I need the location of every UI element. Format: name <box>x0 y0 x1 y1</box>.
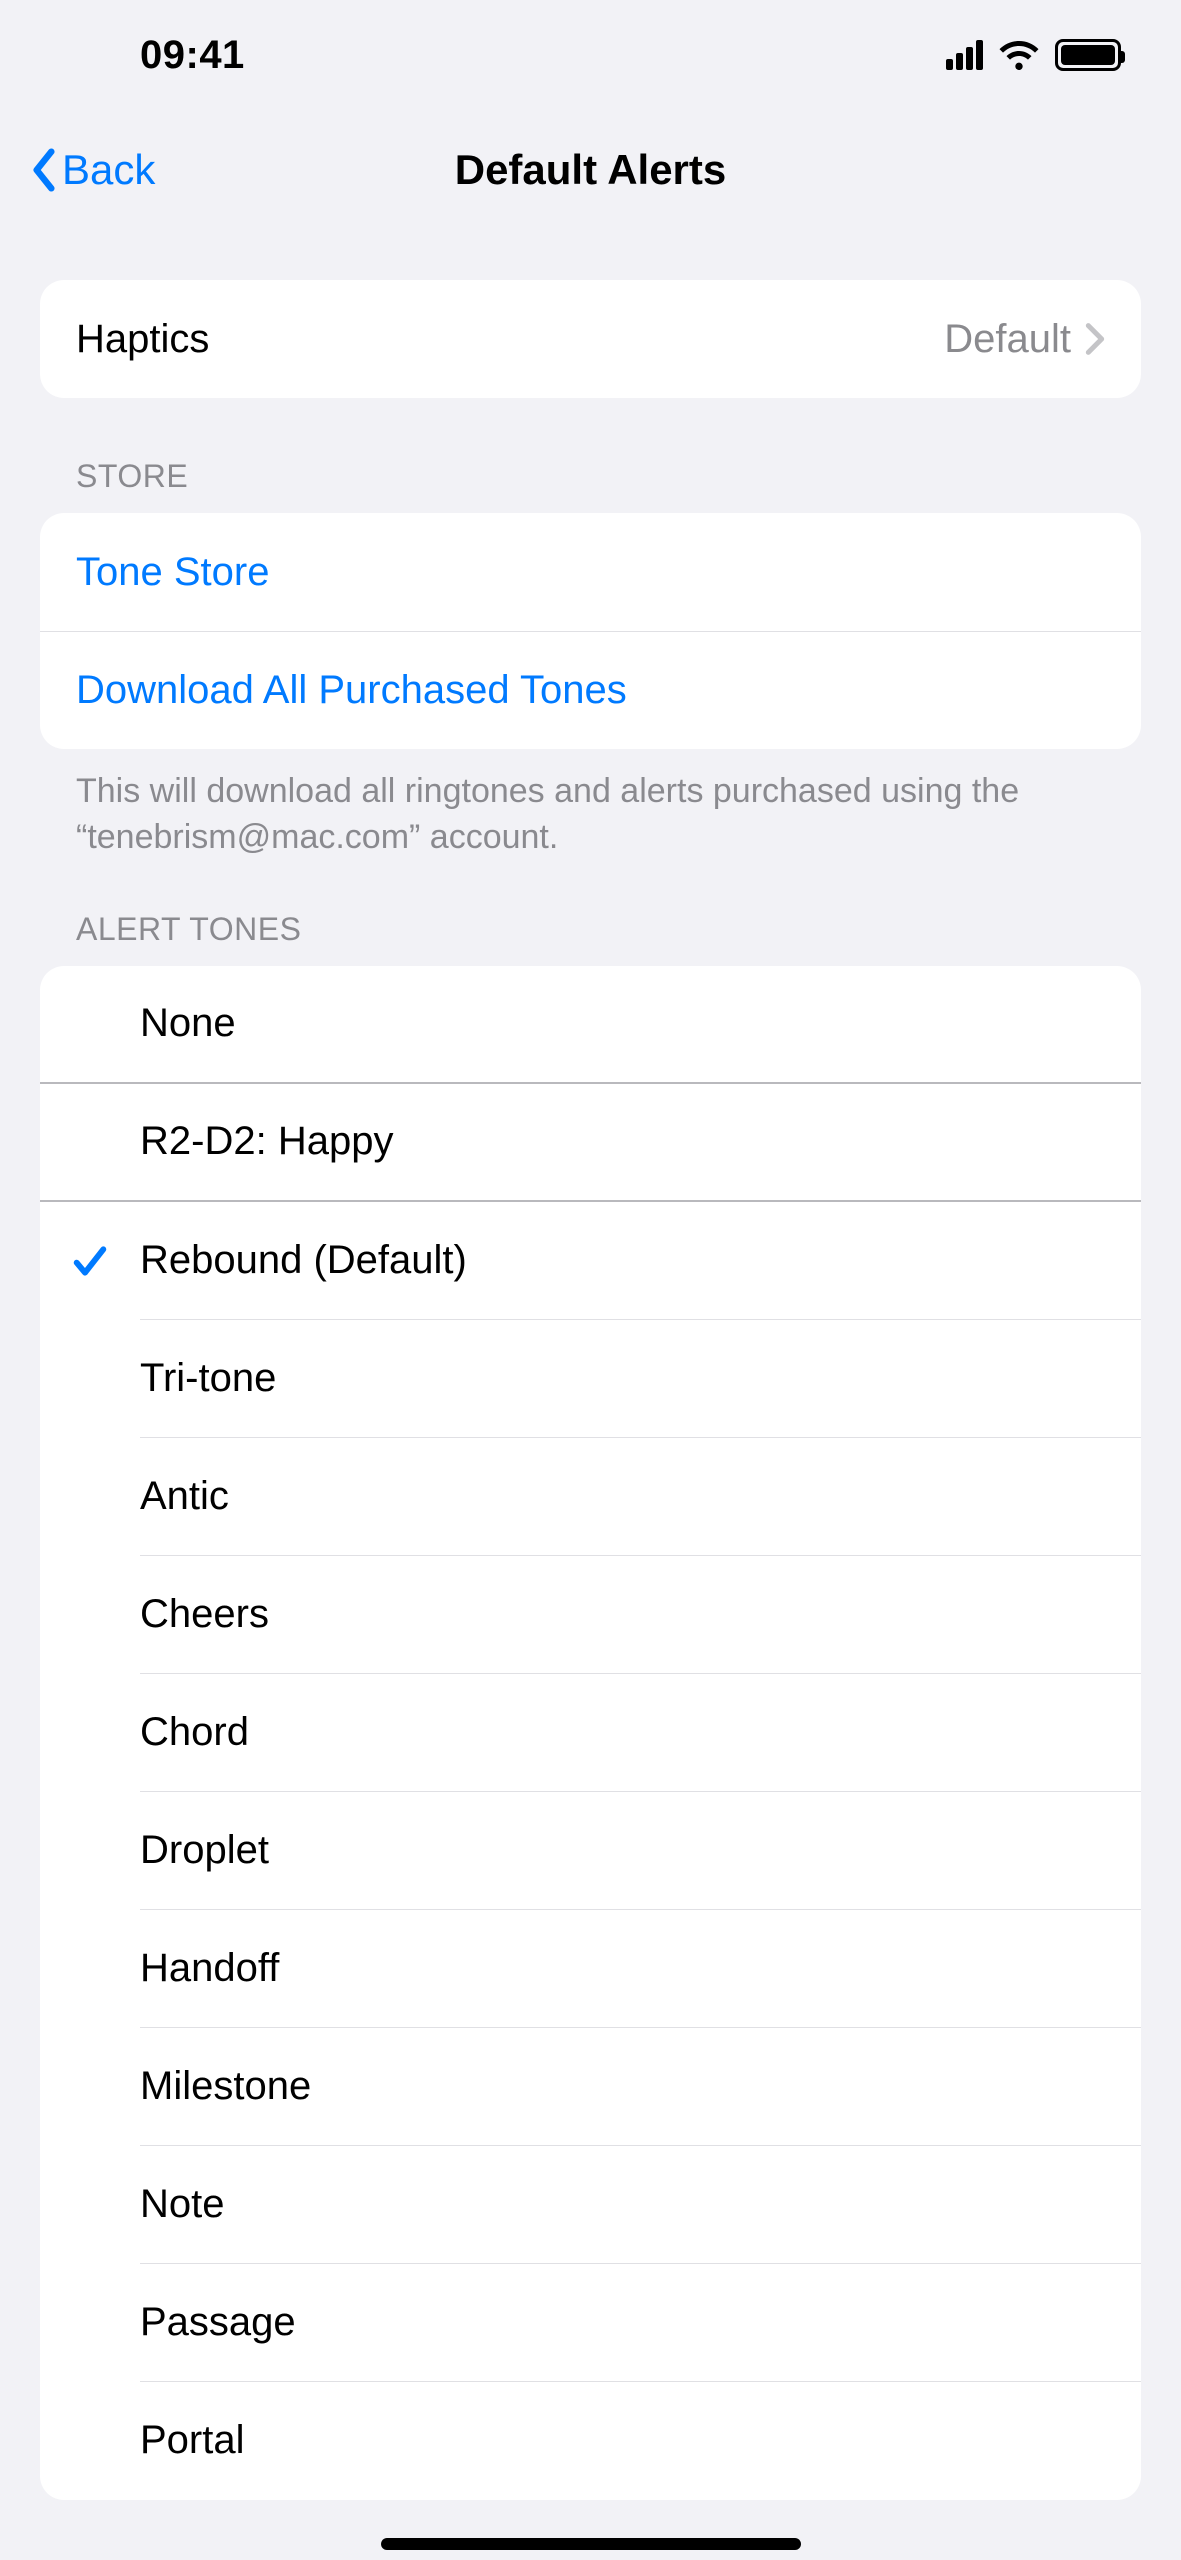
tone-label: Antic <box>140 1474 1141 1519</box>
download-all-row[interactable]: Download All Purchased Tones <box>40 631 1141 749</box>
haptics-row[interactable]: Haptics Default <box>40 280 1141 398</box>
tone-label: Tri-tone <box>140 1356 1141 1401</box>
tone-label: Note <box>140 2182 1141 2227</box>
tone-store-label: Tone Store <box>76 550 1105 595</box>
tone-row[interactable]: Tri-tone <box>40 1320 1141 1438</box>
tone-row[interactable]: Droplet <box>40 1792 1141 1910</box>
cellular-icon <box>946 40 983 70</box>
checkmark-icon <box>40 1241 140 1281</box>
tone-label: Rebound (Default) <box>140 1238 1141 1283</box>
home-indicator <box>381 2538 801 2550</box>
tone-label: Chord <box>140 1710 1141 1755</box>
haptics-label: Haptics <box>76 317 944 362</box>
tone-row[interactable]: R2-D2: Happy <box>40 1084 1141 1202</box>
chevron-right-icon <box>1085 322 1105 356</box>
back-button[interactable]: Back <box>30 120 155 220</box>
page-title: Default Alerts <box>455 146 727 194</box>
tone-label: Handoff <box>140 1946 1141 1991</box>
store-header: STORE <box>0 458 1181 513</box>
tone-label: Portal <box>140 2418 1141 2463</box>
tone-label: Milestone <box>140 2064 1141 2109</box>
tone-row[interactable]: Chord <box>40 1674 1141 1792</box>
tone-label: R2-D2: Happy <box>140 1119 1141 1164</box>
tone-row[interactable]: Cheers <box>40 1556 1141 1674</box>
haptics-value: Default <box>944 317 1071 362</box>
tone-row[interactable]: Note <box>40 2146 1141 2264</box>
tones-header: ALERT TONES <box>0 911 1181 966</box>
tones-group: None R2-D2: Happy Rebound (Default) Tri-ton… <box>40 966 1141 2500</box>
nav-bar: Back Default Alerts <box>0 120 1181 220</box>
tone-store-row[interactable]: Tone Store <box>40 513 1141 631</box>
wifi-icon <box>999 40 1039 70</box>
tone-row[interactable]: None <box>40 966 1141 1084</box>
store-group: Tone Store Download All Purchased Tones <box>40 513 1141 749</box>
back-label: Back <box>62 146 155 194</box>
battery-icon <box>1055 39 1121 71</box>
tone-label: Passage <box>140 2300 1141 2345</box>
tone-row[interactable]: Passage <box>40 2264 1141 2382</box>
tone-label: None <box>140 1001 1141 1046</box>
haptics-group: Haptics Default <box>40 280 1141 398</box>
tone-row[interactable]: Rebound (Default) <box>40 1202 1141 1320</box>
status-icons <box>946 39 1121 71</box>
chevron-left-icon <box>30 148 58 192</box>
status-time: 09:41 <box>60 33 245 78</box>
download-all-label: Download All Purchased Tones <box>76 668 1105 713</box>
tone-label: Cheers <box>140 1592 1141 1637</box>
tone-row[interactable]: Portal <box>40 2382 1141 2500</box>
tone-label: Droplet <box>140 1828 1141 1873</box>
status-bar: 09:41 <box>0 0 1181 110</box>
store-footer: This will download all ringtones and ale… <box>0 749 1181 861</box>
tone-row[interactable]: Milestone <box>40 2028 1141 2146</box>
tone-row[interactable]: Antic <box>40 1438 1141 1556</box>
tone-row[interactable]: Handoff <box>40 1910 1141 2028</box>
